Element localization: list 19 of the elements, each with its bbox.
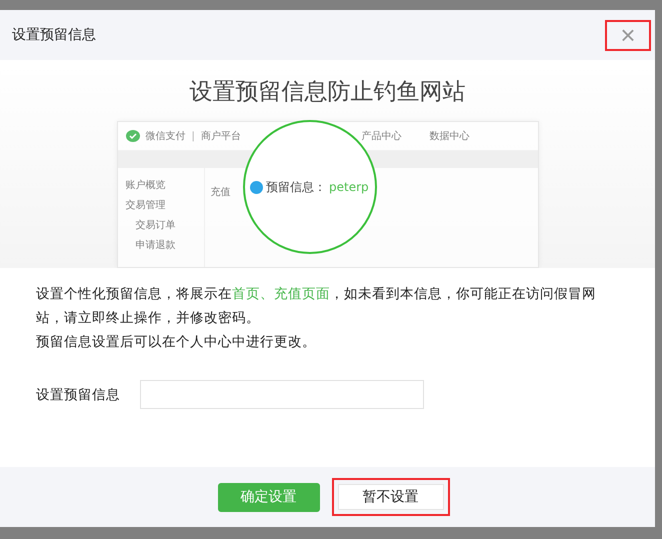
sidebar-item: 申请退款	[134, 238, 176, 252]
sidebar-item: 交易订单	[134, 218, 176, 232]
input-field[interactable]	[140, 380, 424, 409]
confirm-button[interactable]: 确定设置	[218, 482, 320, 512]
separator: |	[192, 130, 195, 142]
brand-text: 微信支付	[146, 130, 186, 143]
tab-label: 充值	[210, 187, 230, 198]
platform-text: 商户平台	[200, 130, 241, 143]
sidebar-item: 账户概览	[126, 178, 166, 192]
description-text: 设置个性化预留信息，将展示在首页、充值页面，如未看到本信息，你可能正在访问假冒网站，请立即终止操作，并修改密码。	[36, 285, 597, 328]
reserved-info-value: peterp	[329, 180, 369, 194]
sidebar-item: 交易管理	[126, 198, 166, 212]
field-label: 设置预留信息	[36, 386, 121, 404]
dialog-title: 设置预留信息	[12, 26, 96, 44]
skip-button[interactable]: 暂不设置	[332, 478, 450, 516]
reserved-info-label: 预留信息：	[266, 178, 326, 196]
close-button[interactable]: ×	[605, 20, 651, 50]
banner-heading: 设置预留信息防止钓鱼网站	[190, 78, 466, 107]
description-text: 预留信息设置后可以在个人中心中进行更改。	[36, 333, 317, 352]
